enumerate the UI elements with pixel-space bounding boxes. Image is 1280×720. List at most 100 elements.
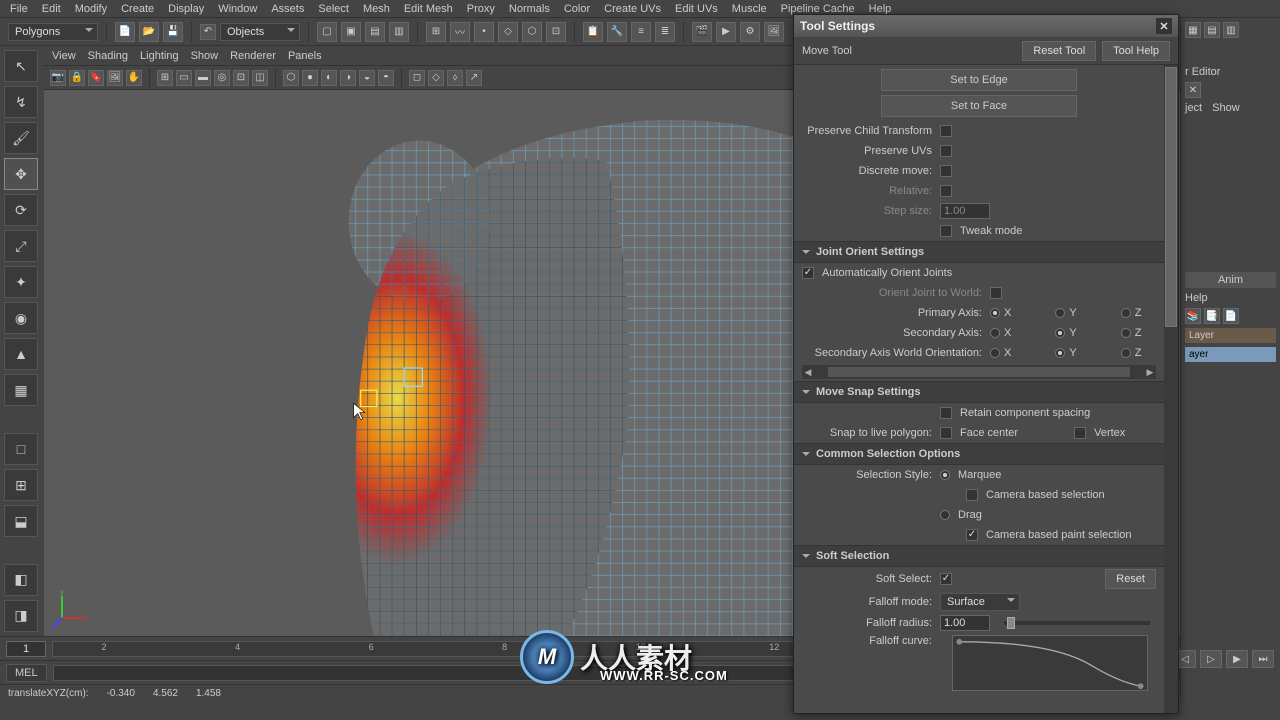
falloff-curve-editor[interactable] bbox=[952, 635, 1148, 691]
single-view-icon[interactable]: □ bbox=[4, 433, 38, 465]
menu-display[interactable]: Display bbox=[162, 3, 210, 15]
soft-select-checkbox[interactable] bbox=[940, 573, 952, 585]
vp-use-lights-icon[interactable]: ◑ bbox=[340, 70, 356, 86]
selection-mode-dropdown[interactable]: Objects bbox=[220, 23, 300, 41]
paint-select-tool[interactable]: 🖌 bbox=[4, 122, 38, 154]
menu-proxy[interactable]: Proxy bbox=[461, 3, 501, 15]
joint-orient-section[interactable]: Joint Orient Settings bbox=[794, 241, 1164, 263]
goto-end-icon[interactable]: ⏭ bbox=[1252, 650, 1274, 668]
layout-icon[interactable]: ▥ bbox=[1223, 22, 1239, 38]
new-scene-icon[interactable]: 📄 bbox=[115, 22, 135, 42]
secondary-y-radio[interactable] bbox=[1055, 328, 1065, 338]
auto-orient-checkbox[interactable] bbox=[802, 267, 814, 279]
tab[interactable]: Show bbox=[1212, 102, 1240, 114]
vp-gate-mask-icon[interactable]: ◎ bbox=[214, 70, 230, 86]
vp-grid-icon[interactable]: ⊞ bbox=[157, 70, 173, 86]
tweak-mode-checkbox[interactable] bbox=[940, 225, 952, 237]
soft-mod-tool[interactable]: ◉ bbox=[4, 302, 38, 334]
snap-grid-icon[interactable]: ⊞ bbox=[426, 22, 446, 42]
falloff-mode-dropdown[interactable]: Surface bbox=[940, 593, 1020, 611]
retain-spacing-checkbox[interactable] bbox=[940, 407, 952, 419]
render-settings-icon[interactable]: ⚙ bbox=[740, 22, 760, 42]
menu-normals[interactable]: Normals bbox=[503, 3, 556, 15]
menu-select[interactable]: Select bbox=[312, 3, 355, 15]
step-size-input[interactable] bbox=[940, 203, 990, 219]
camera-paint-checkbox[interactable] bbox=[966, 529, 978, 541]
anim-tab[interactable]: Anim bbox=[1185, 272, 1276, 288]
sawo-z-radio[interactable] bbox=[1121, 348, 1131, 358]
list-output-icon[interactable]: ≣ bbox=[655, 22, 675, 42]
soft-reset-button[interactable]: Reset bbox=[1105, 569, 1156, 589]
tool-settings-titlebar[interactable]: Tool Settings ✕ bbox=[794, 15, 1178, 37]
vp-shadows-icon[interactable]: ◒ bbox=[359, 70, 375, 86]
face-center-checkbox[interactable] bbox=[940, 427, 952, 439]
mel-label[interactable]: MEL bbox=[6, 664, 47, 682]
tab[interactable]: ject bbox=[1185, 102, 1202, 114]
vp-show[interactable]: Show bbox=[191, 50, 219, 62]
marquee-radio[interactable] bbox=[940, 470, 950, 480]
vp-hq-icon[interactable]: ◓ bbox=[378, 70, 394, 86]
orient-world-checkbox[interactable] bbox=[990, 287, 1002, 299]
scroll-thumb[interactable] bbox=[1165, 67, 1177, 327]
vp-2d-pan-icon[interactable]: ✋ bbox=[126, 70, 142, 86]
sawo-x-radio[interactable] bbox=[990, 348, 1000, 358]
v-scrollbar[interactable] bbox=[1164, 65, 1178, 713]
close-icon[interactable]: ✕ bbox=[1185, 82, 1201, 98]
select-comp-icon[interactable]: ▤ bbox=[365, 22, 385, 42]
set-to-face-button[interactable]: Set to Face bbox=[881, 95, 1077, 117]
h-scrollbar[interactable]: ◀▶ bbox=[802, 365, 1156, 379]
select-hier-icon[interactable]: ▣ bbox=[341, 22, 361, 42]
vp-field-chart-icon[interactable]: ⊡ bbox=[233, 70, 249, 86]
snap-live-icon[interactable]: ⬡ bbox=[522, 22, 542, 42]
select-by-type-icon[interactable]: ▢ bbox=[317, 22, 337, 42]
preserve-child-checkbox[interactable] bbox=[940, 125, 952, 137]
snap-view-icon[interactable]: ⊡ bbox=[546, 22, 566, 42]
primary-y-radio[interactable] bbox=[1055, 308, 1065, 318]
vp-expose-icon[interactable]: ↗ bbox=[466, 70, 482, 86]
vp-xray-icon[interactable]: ◇ bbox=[428, 70, 444, 86]
set-to-edge-button[interactable]: Set to Edge bbox=[881, 69, 1077, 91]
open-scene-icon[interactable]: 📂 bbox=[139, 22, 159, 42]
vp-lock-cam-icon[interactable]: 🔒 bbox=[69, 70, 85, 86]
close-icon[interactable]: ✕ bbox=[1156, 18, 1172, 34]
snap-point-icon[interactable]: • bbox=[474, 22, 494, 42]
save-scene-icon[interactable]: 💾 bbox=[163, 22, 183, 42]
menu-color[interactable]: Color bbox=[558, 3, 596, 15]
falloff-radius-slider[interactable] bbox=[1004, 621, 1150, 625]
scale-tool[interactable]: ⤢ bbox=[4, 230, 38, 262]
layout-icon[interactable]: ▦ bbox=[1185, 22, 1201, 38]
vp-xray-joints-icon[interactable]: ⬨ bbox=[447, 70, 463, 86]
menu-assets[interactable]: Assets bbox=[265, 3, 310, 15]
four-view-icon[interactable]: ⊞ bbox=[4, 469, 38, 501]
secondary-z-radio[interactable] bbox=[1121, 328, 1131, 338]
drag-radio[interactable] bbox=[940, 510, 950, 520]
layer-row[interactable]: ayer bbox=[1185, 347, 1276, 362]
menu-mesh[interactable]: Mesh bbox=[357, 3, 396, 15]
start-frame-input[interactable] bbox=[6, 641, 46, 657]
secondary-x-radio[interactable] bbox=[990, 328, 1000, 338]
menu-edituvs[interactable]: Edit UVs bbox=[669, 3, 724, 15]
tool-help-button[interactable]: Tool Help bbox=[1102, 41, 1170, 61]
preserve-uvs-checkbox[interactable] bbox=[940, 145, 952, 157]
construction-icon[interactable]: 🔧 bbox=[607, 22, 627, 42]
layer-row[interactable]: Layer bbox=[1185, 328, 1276, 343]
primary-x-radio[interactable] bbox=[990, 308, 1000, 318]
select-tool[interactable]: ↖ bbox=[4, 50, 38, 82]
vp-isolate-icon[interactable]: ◻ bbox=[409, 70, 425, 86]
relative-checkbox[interactable] bbox=[940, 185, 952, 197]
vertex-checkbox[interactable] bbox=[1074, 427, 1086, 439]
move-tool[interactable]: ✥ bbox=[4, 158, 38, 190]
menu-window[interactable]: Window bbox=[212, 3, 263, 15]
menu-createuvs[interactable]: Create UVs bbox=[598, 3, 667, 15]
menu-modify[interactable]: Modify bbox=[69, 3, 113, 15]
menu-muscle[interactable]: Muscle bbox=[726, 3, 773, 15]
vp-image-plane-icon[interactable]: 🖼 bbox=[107, 70, 123, 86]
show-manip-tool[interactable]: ▲ bbox=[4, 338, 38, 370]
vp-shading[interactable]: Shading bbox=[88, 50, 128, 62]
history-icon[interactable]: 📋 bbox=[583, 22, 603, 42]
layers-icon[interactable]: 📑 bbox=[1204, 308, 1220, 324]
snap-plane-icon[interactable]: ◇ bbox=[498, 22, 518, 42]
vp-renderer[interactable]: Renderer bbox=[230, 50, 276, 62]
vp-textured-icon[interactable]: ◐ bbox=[321, 70, 337, 86]
last-tool[interactable]: ▦ bbox=[4, 374, 38, 406]
